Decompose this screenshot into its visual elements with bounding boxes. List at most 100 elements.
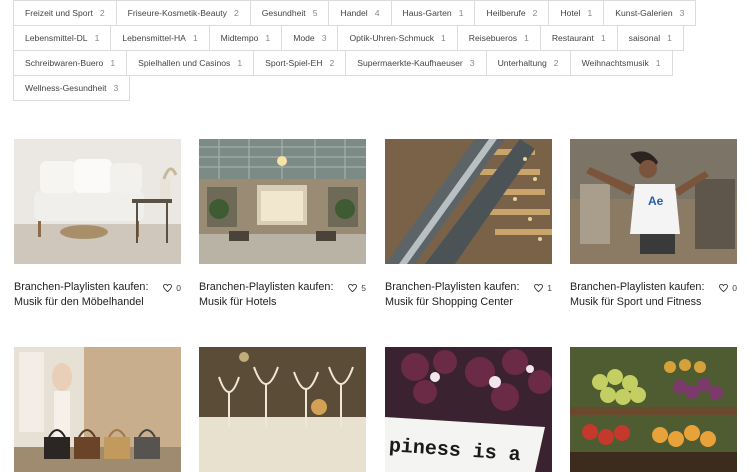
tag-count: 1 <box>110 58 116 68</box>
card-title-link[interactable]: Branchen-Playlisten kaufen: Musik für de… <box>14 280 164 310</box>
playlist-card[interactable]: Ae Branchen-Playlisten kaufen: Musik für… <box>570 139 737 308</box>
heart-icon <box>163 283 173 292</box>
happiness-sign-image[interactable]: piness is a <box>385 347 552 472</box>
category-tag[interactable]: Lebensmittel-HA 1 <box>110 25 210 51</box>
playlist-card[interactable]: Branchen-Playlisten kaufen: Musik für de… <box>14 139 181 308</box>
playlist-card[interactable] <box>14 347 181 472</box>
tag-count: 4 <box>374 8 380 18</box>
wine-glasses-image[interactable] <box>199 347 366 472</box>
tag-label: Restaurant <box>551 33 594 43</box>
category-tag[interactable]: Sport-Spiel-EH 2 <box>253 50 347 76</box>
category-tag[interactable]: Hotel 1 <box>548 0 605 26</box>
escalator-image[interactable] <box>385 139 552 264</box>
tag-count: 2 <box>99 8 105 18</box>
playlist-card[interactable]: Branchen-Playlisten kaufen: Musik für Sh… <box>385 139 552 308</box>
like-count: 1 <box>547 282 552 293</box>
tag-count: 1 <box>600 33 606 43</box>
tag-label: Lebensmittel-HA <box>122 33 186 43</box>
card-title-link[interactable]: Branchen-Playlisten kaufen: Musik für Ho… <box>199 280 349 310</box>
tag-count: 2 <box>532 8 538 18</box>
category-tag[interactable]: Handel 4 <box>328 0 392 26</box>
tag-count: 2 <box>553 58 559 68</box>
playlist-card[interactable]: Branchen-Playlisten kaufen: Musik für Ho… <box>199 139 366 308</box>
tag-count: 1 <box>94 33 100 43</box>
playlist-card[interactable] <box>199 347 366 472</box>
svg-text:Ae: Ae <box>648 194 664 208</box>
tag-count: 3 <box>679 8 685 18</box>
category-tag[interactable]: Mode 3 <box>281 25 339 51</box>
category-tag[interactable]: Haus-Garten 1 <box>390 0 476 26</box>
tag-label: Spielhallen und Casinos <box>138 58 231 68</box>
tag-row: Wellness-Gesundheit 3 <box>13 75 131 101</box>
tag-label: Friseure-Kosmetik-Beauty <box>127 8 227 18</box>
category-tag[interactable]: Gesundheit 5 <box>249 0 330 26</box>
tag-count: 3 <box>113 83 119 93</box>
heart-icon <box>534 283 544 292</box>
tag-label: Supermaerkte-Kaufhaeuser <box>357 58 463 68</box>
category-tag[interactable]: Unterhaltung 2 <box>485 50 571 76</box>
tag-label: Schreibwaren-Buero <box>25 58 104 68</box>
tag-label: Lebensmittel-DL <box>25 33 88 43</box>
tag-count: 1 <box>441 33 446 43</box>
category-tag[interactable]: Supermaerkte-Kaufhaeuser 3 <box>345 50 487 76</box>
heart-icon <box>348 283 358 292</box>
tag-label: Freizeit und Sport <box>25 8 93 18</box>
like-button[interactable]: 0 <box>719 280 737 295</box>
tag-count: 2 <box>329 58 335 68</box>
tag-label: Gesundheit <box>261 8 306 18</box>
category-tag[interactable]: Weihnachtsmusik 1 <box>569 50 673 76</box>
tag-label: Weihnachtsmusik <box>581 58 649 68</box>
tag-label: Reisebueros <box>468 33 518 43</box>
tag-count: 1 <box>458 8 464 18</box>
like-count: 0 <box>176 282 181 293</box>
category-tag[interactable]: Spielhallen und Casinos 1 <box>126 50 255 76</box>
playlist-card[interactable] <box>570 347 737 472</box>
tag-label: Unterhaltung <box>497 58 547 68</box>
hotel-lobby-image[interactable] <box>199 139 366 264</box>
category-tag[interactable]: Restaurant 1 <box>539 25 618 51</box>
category-tag[interactable]: Wellness-Gesundheit 3 <box>13 75 131 101</box>
tag-count: 1 <box>237 58 243 68</box>
category-tag[interactable]: Reisebueros 1 <box>456 25 541 51</box>
category-tag[interactable]: saisonal 1 <box>616 25 684 51</box>
dancer-image[interactable]: Ae <box>570 139 737 264</box>
tag-label: Handel <box>340 8 368 18</box>
tag-count: 3 <box>469 58 475 68</box>
like-button[interactable]: 5 <box>348 280 366 295</box>
tag-row: Schreibwaren-Buero 1 Spielhallen und Casin… <box>13 50 673 76</box>
tag-count: 1 <box>192 33 198 43</box>
like-button[interactable]: 1 <box>534 280 552 295</box>
category-tag[interactable]: Heilberufe 2 <box>474 0 550 26</box>
category-tag[interactable]: Lebensmittel-DL 1 <box>13 25 112 51</box>
card-title-link[interactable]: Branchen-Playlisten kaufen: Musik für Sp… <box>570 280 720 310</box>
tag-label: Midtempo <box>220 33 259 43</box>
like-count: 0 <box>732 282 737 293</box>
tag-label: Optik-Uhren-Schmuck <box>349 33 434 43</box>
tag-row: Lebensmittel-DL 1 Lebensmittel-HA 1 Midtempo… <box>13 25 684 51</box>
tag-label: Hotel <box>560 8 581 18</box>
category-tag[interactable]: Freizeit und Sport 2 <box>13 0 117 26</box>
category-tag[interactable]: Kunst-Galerien 3 <box>603 0 697 26</box>
fruit-market-image[interactable] <box>570 347 737 472</box>
category-tag[interactable]: Optik-Uhren-Schmuck 1 <box>337 25 458 51</box>
heart-icon <box>719 283 729 292</box>
tag-count: 1 <box>667 33 672 43</box>
tag-label: Mode <box>293 33 315 43</box>
category-tag[interactable]: Friseure-Kosmetik-Beauty 2 <box>115 0 251 26</box>
playlist-card[interactable]: piness is a <box>385 347 552 472</box>
tag-label: Wellness-Gesundheit <box>25 83 107 93</box>
category-tag[interactable]: Midtempo 1 <box>208 25 283 51</box>
handbags-image[interactable] <box>14 347 181 472</box>
tag-count: 1 <box>655 58 661 68</box>
tag-row: Freizeit und Sport 2 Friseure-Kosmetik-Bea… <box>13 0 697 26</box>
tag-count: 2 <box>233 8 239 18</box>
living-room-image[interactable] <box>14 139 181 264</box>
tag-label: Haus-Garten <box>402 8 452 18</box>
card-title-link[interactable]: Branchen-Playlisten kaufen: Musik für Sh… <box>385 280 535 310</box>
tag-count: 1 <box>587 8 593 18</box>
tag-count: 1 <box>524 33 529 43</box>
like-button[interactable]: 0 <box>163 280 181 295</box>
category-tag[interactable]: Schreibwaren-Buero 1 <box>13 50 128 76</box>
tag-count: 3 <box>321 33 327 43</box>
like-count: 5 <box>361 282 366 293</box>
